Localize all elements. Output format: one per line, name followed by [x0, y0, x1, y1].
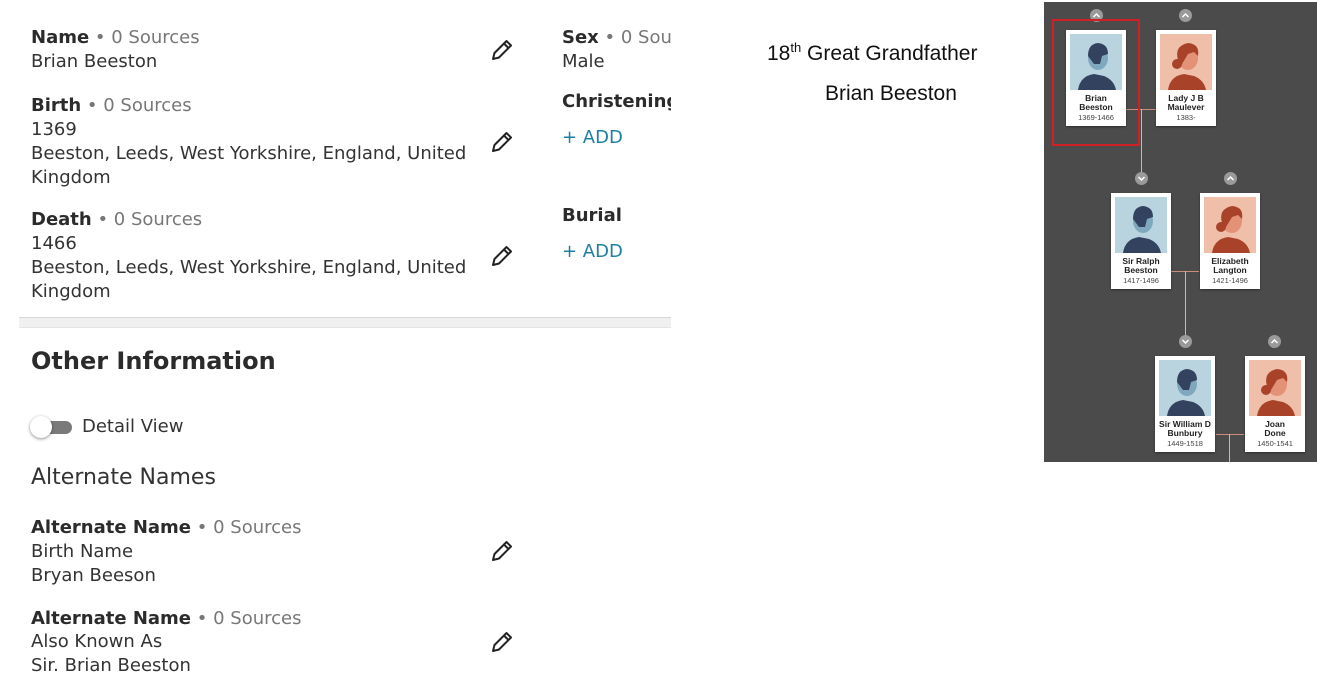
death-date: 1466 [31, 233, 77, 254]
person-card-elizabeth-langton[interactable]: Elizabeth Langton 1421-1496 [1200, 193, 1260, 289]
expand-up-chevron[interactable] [1268, 335, 1281, 348]
death-place-line2: Kingdom [31, 281, 111, 302]
person-dates: 1369-1466 [1078, 113, 1114, 122]
sex-sources[interactable]: • 0 Sourc [605, 27, 671, 48]
person-card-sir-william-bunbury[interactable]: Sir William D Bunbury 1449-1518 [1155, 356, 1215, 452]
birth-place-line2: Kingdom [31, 167, 111, 188]
other-information-title: Other Information [31, 347, 276, 375]
couple-line [1216, 434, 1244, 435]
alternate-name-title: Alternate Name • 0 Sources [31, 516, 301, 540]
male-avatar-icon [1159, 360, 1211, 416]
person-dates: 1421-1496 [1212, 276, 1248, 285]
relation-suffix: th [790, 40, 802, 55]
birth-label: Birth [31, 95, 82, 116]
expand-down-chevron[interactable] [1179, 335, 1192, 348]
birth-fact-title: Birth • 0 Sources [31, 94, 192, 118]
person-surname: Bunbury [1167, 428, 1203, 438]
relationship-caption: 18th Great Grandfather [767, 40, 977, 66]
pencil-icon [492, 246, 512, 266]
chevron-up-icon [1181, 12, 1190, 18]
alternate-name-label: Alternate Name [31, 608, 192, 629]
sex-fact-title: Sex • 0 Sourc [562, 26, 671, 50]
male-avatar-icon [1115, 197, 1167, 253]
add-christening-link[interactable]: + ADD [562, 126, 671, 150]
detail-view-toggle[interactable] [30, 416, 74, 438]
birth-place-line1: Beeston, Leeds, West Yorkshire, England,… [31, 143, 467, 164]
person-dates: 1417-1496 [1123, 276, 1159, 285]
pencil-icon [492, 541, 512, 561]
expand-up-chevron[interactable] [1224, 172, 1237, 185]
alternate-name-value: Bryan Beeson [31, 565, 156, 586]
section-divider [19, 317, 671, 328]
alternate-name-sources[interactable]: • 0 Sources [197, 517, 302, 538]
detail-view-label: Detail View [82, 416, 184, 437]
alternate-name-title: Alternate Name • 0 Sources [31, 607, 301, 631]
name-label: Name [31, 27, 90, 48]
person-card-lady-maulever[interactable]: Lady J B Maulever 1383- [1156, 30, 1216, 126]
person-surname: Beeston [1079, 102, 1113, 112]
pencil-icon [492, 132, 512, 152]
burial-fact: Burial + ADD [562, 204, 671, 264]
family-tree-panel: Brian Beeston 1369-1466 Lady J B Mauleve… [1044, 2, 1317, 462]
person-surname: Done [1264, 428, 1286, 438]
burial-label: Burial [562, 205, 622, 226]
christening-label: Christening [562, 91, 671, 112]
sex-value: Male [562, 51, 605, 72]
expand-down-chevron[interactable] [1135, 172, 1148, 185]
toggle-knob [30, 416, 52, 438]
chevron-down-icon [1181, 339, 1190, 345]
person-dates: 1450-1541 [1257, 439, 1293, 448]
expand-up-chevron[interactable] [1179, 9, 1192, 22]
relation-text: Great Grandfather [807, 42, 978, 65]
person-surname: Beeston [1124, 265, 1158, 275]
relation-number: 18 [767, 42, 791, 65]
edit-alternate-name-button[interactable] [489, 538, 517, 566]
person-surname: Langton [1213, 265, 1247, 275]
pencil-icon [492, 40, 512, 60]
female-avatar-icon [1249, 360, 1301, 416]
name-value: Brian Beeston [31, 51, 158, 72]
death-label: Death [31, 209, 92, 230]
person-dates: 1449-1518 [1167, 439, 1203, 448]
descent-line [1141, 109, 1142, 179]
male-avatar-icon [1070, 34, 1122, 90]
person-dates: 1383- [1176, 113, 1196, 122]
female-avatar-icon [1160, 34, 1212, 90]
sex-fact: Sex • 0 Sourc Male [562, 26, 671, 76]
chevron-up-icon [1270, 338, 1279, 344]
alternate-names-title: Alternate Names [31, 465, 216, 490]
caption-person-name: Brian Beeston [825, 82, 957, 105]
edit-name-button[interactable] [489, 37, 517, 65]
alternate-name-type: Also Known As [31, 631, 163, 652]
alternate-name-sources[interactable]: • 0 Sources [197, 608, 302, 629]
edit-death-button[interactable] [489, 243, 517, 271]
death-fact-title: Death • 0 Sources [31, 208, 202, 232]
death-place-line1: Beeston, Leeds, West Yorkshire, England,… [31, 257, 467, 278]
descent-line [1185, 271, 1186, 341]
edit-alternate-name-button[interactable] [489, 629, 517, 657]
alternate-name-label: Alternate Name [31, 517, 192, 538]
descent-line [1229, 434, 1230, 462]
person-card-brian-beeston[interactable]: Brian Beeston 1369-1466 [1066, 30, 1126, 126]
alternate-name-type: Birth Name [31, 541, 134, 562]
chevron-up-icon [1226, 175, 1235, 181]
death-sources[interactable]: • 0 Sources [97, 209, 202, 230]
female-avatar-icon [1204, 197, 1256, 253]
name-fact-title: Name • 0 Sources [31, 26, 200, 50]
edit-birth-button[interactable] [489, 129, 517, 157]
name-sources[interactable]: • 0 Sources [95, 27, 200, 48]
alternate-name-value: Sir. Brian Beeston [31, 655, 191, 676]
chevron-down-icon [1137, 176, 1146, 182]
sex-label: Sex [562, 27, 599, 48]
person-card-sir-ralph-beeston[interactable]: Sir Ralph Beeston 1417-1496 [1111, 193, 1171, 289]
person-surname: Maulever [1167, 102, 1205, 112]
birth-date: 1369 [31, 119, 77, 140]
christening-fact: Christening + ADD [562, 90, 671, 150]
person-card-joan-done[interactable]: Joan Done 1450-1541 [1245, 356, 1305, 452]
add-burial-link[interactable]: + ADD [562, 240, 671, 264]
birth-sources[interactable]: • 0 Sources [87, 95, 192, 116]
pencil-icon [492, 632, 512, 652]
